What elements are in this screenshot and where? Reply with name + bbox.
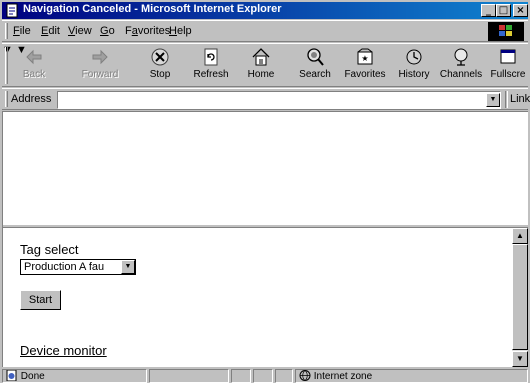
fullscreen-label: Fullscre [490,69,526,80]
search-button[interactable]: Search [295,47,335,85]
content-area: Tag select Production A fau ▼ Start Devi… [2,111,528,367]
scroll-up-icon[interactable]: ▲ [512,228,528,244]
menu-favorites-pre: F [125,25,132,37]
menu-file-key: F [13,25,20,37]
back-label: Back [22,69,46,80]
forward-arrow-icon [92,49,108,65]
menu-help-key: H [169,25,177,37]
favorites-button[interactable]: ★ Favorites [343,47,387,85]
svg-text:★: ★ [361,54,368,63]
address-input[interactable] [57,91,501,109]
menu-view-rest: iew [75,25,92,37]
status-bar: Done Internet zone [2,368,528,383]
zone-text: Internet zone [313,371,373,382]
status-pane-3 [231,369,251,383]
menu-edit-rest: dit [48,25,60,37]
scroll-down-icon[interactable]: ▼ [512,351,528,367]
favorites-icon: ★ [357,48,373,65]
favorites-label: Favorites [344,69,386,80]
home-icon [252,48,270,66]
address-dropdown-button[interactable]: ▼ [486,93,500,107]
channels-button[interactable]: Channels [438,47,484,85]
window-title: Navigation Canceled - Microsoft Internet… [23,3,282,15]
status-pane-4 [253,369,273,383]
vertical-scrollbar[interactable]: ▲ ▼ [512,228,528,367]
stop-button[interactable]: Stop [142,47,178,85]
menu-favorites[interactable]: Favorites [125,25,170,37]
tag-select-value: Production A fau [24,261,105,273]
close-button[interactable]: × [513,4,528,17]
stop-label: Stop [149,69,171,80]
minimize-button[interactable]: _ [481,4,496,17]
menu-file[interactable]: File [13,25,31,37]
history-label: History [398,69,430,80]
status-pane-5 [275,369,293,383]
menu-bar: File Edit View Go Favorites Help [2,20,528,42]
page-status-icon [6,369,17,382]
stop-icon [151,48,169,66]
refresh-button[interactable]: Refresh [189,47,233,85]
back-arrow-icon [26,49,42,65]
zone-pane: Internet zone [295,369,528,383]
channels-icon [454,48,468,66]
menu-file-rest: ile [19,25,31,37]
fullscreen-button[interactable]: Fullscre [488,47,528,85]
back-button[interactable]: Back [12,47,56,85]
title-bar: Navigation Canceled - Microsoft Internet… [2,2,528,19]
device-monitor-link[interactable]: Device monitor [20,343,107,358]
home-label: Home [247,69,275,80]
status-text: Done [20,371,45,382]
search-label: Search [299,69,331,80]
menu-go[interactable]: Go [100,25,115,37]
forward-label: Forward [81,69,119,80]
links-button[interactable]: Links [510,93,530,105]
bottom-frame: Tag select Production A fau ▼ Start Devi… [3,228,528,367]
history-button[interactable]: History [395,47,433,85]
menu-go-key: G [100,25,109,37]
menu-go-rest: o [108,25,115,37]
menu-favorites-rest: vorites [137,25,171,37]
channels-label: Channels [439,69,483,80]
browser-window: Navigation Canceled - Microsoft Internet… [0,0,530,383]
internet-zone-icon [299,370,311,381]
status-pane-2 [149,369,229,383]
links-separator [505,91,508,108]
chevron-down-icon[interactable]: ▼ [121,260,135,274]
home-button[interactable]: Home [243,47,279,85]
menu-grip[interactable] [5,23,8,39]
windows-logo-icon [488,22,524,41]
address-grip[interactable] [5,91,8,107]
history-icon [406,49,422,65]
search-icon [307,48,324,66]
menu-help-rest: elp [176,25,192,37]
refresh-label: Refresh [193,69,229,80]
maximize-button[interactable]: □ [496,4,511,17]
toolbar-grip[interactable] [5,47,8,84]
scroll-thumb[interactable] [512,244,528,350]
address-bar: Address ▼ Links [2,88,530,110]
tag-select-label: Tag select [20,242,79,257]
tag-select-dropdown[interactable]: Production A fau ▼ [20,259,136,275]
refresh-icon [204,48,218,66]
start-button[interactable]: Start [20,290,61,310]
menu-help[interactable]: Help [169,25,192,37]
menu-edit[interactable]: Edit [41,25,60,37]
fullscreen-icon [500,49,516,64]
menu-view[interactable]: View [68,25,92,37]
standard-toolbar: Back ▼ Forward ▼ Stop Refresh Home Searc… [2,43,528,87]
forward-button[interactable]: Forward [77,47,123,85]
address-label: Address [11,93,52,105]
top-frame [3,112,528,224]
status-text-pane: Done [2,369,147,383]
ie-page-icon[interactable] [5,3,20,18]
